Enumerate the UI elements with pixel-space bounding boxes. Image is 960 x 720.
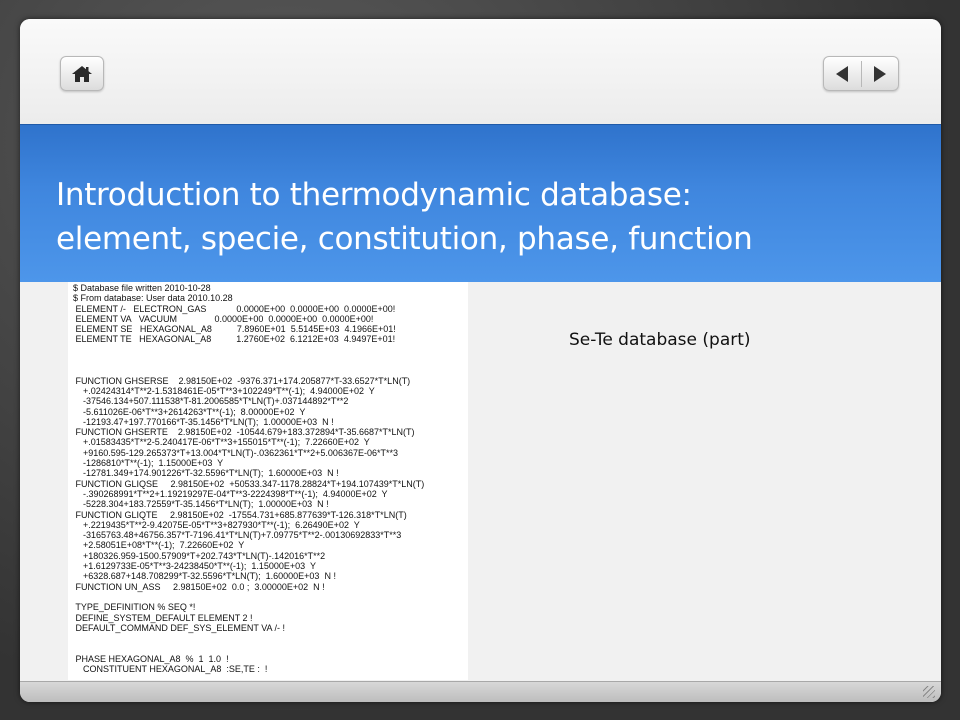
database-line (73, 345, 468, 355)
database-line: +.01583435*T**2-5.240417E-06*T**3+155015… (73, 437, 370, 448)
database-line: FUNCTION GLIQSE 2.98150E+02 +50533.347-1… (73, 478, 425, 489)
database-line: -12781.349+174.901226*T-32.5596*T*LN(T);… (73, 468, 339, 479)
database-line: +2.58051E+08*T**(-1); 7.22660E+02 Y (73, 540, 245, 551)
database-line (73, 592, 468, 602)
database-line: TYPE_DEFINITION % SEQ *! (73, 602, 196, 613)
slide-title: Introduction to thermodynamic database: … (56, 173, 905, 261)
prev-next-control (823, 56, 899, 91)
database-line (73, 365, 468, 375)
image-caption: Se-Te database (part) (569, 330, 751, 350)
title-band: Introduction to thermodynamic database: … (20, 124, 941, 282)
database-listing: $ Database file written 2010-10-28 $ From… (68, 282, 468, 680)
database-line: -12193.47+197.770166*T-35.1456*T*LN(T); … (73, 416, 334, 427)
resize-grip-icon[interactable] (923, 686, 935, 698)
database-line: -37546.134+507.111538*T-81.2006585*T*LN(… (73, 396, 349, 407)
home-button[interactable] (60, 56, 104, 91)
database-line: FUNCTION GLIQTE 2.98150E+02 -17554.731+6… (73, 509, 407, 520)
database-line: FUNCTION GHSERTE 2.98150E+02 -10544.679+… (73, 427, 415, 438)
database-line (73, 633, 468, 643)
database-line: +180326.959-1500.57909*T+202.743*T*LN(T)… (73, 550, 326, 561)
database-line: DEFINE_SYSTEM_DEFAULT ELEMENT 2 ! (73, 612, 253, 623)
triangle-left-icon (836, 65, 849, 82)
database-line: PHASE HEXAGONAL_A8 % 1 1.0 ! (73, 653, 229, 664)
database-line: -5.611026E-06*T**3+2614263*T**(-1); 8.00… (73, 406, 306, 417)
database-line: -3165763.48+46756.357*T-7196.41*T*LN(T)+… (73, 530, 402, 541)
database-line: ELEMENT TE HEXAGONAL_A8 1.2760E+02 6.121… (73, 334, 396, 345)
database-line: DEFAULT_COMMAND DEF_SYS_ELEMENT VA /- ! (73, 622, 286, 633)
database-line: $ From database: User data 2010.10.28 (73, 293, 233, 304)
database-line: -5228.304+183.72559*T-35.1456*T*LN(T); 1… (73, 499, 329, 510)
database-line: +.02424314*T**2-1.5318461E-05*T**3+10224… (73, 385, 375, 396)
home-icon (72, 65, 92, 82)
database-line: -1286810*T**(-1); 1.15000E+03 Y (73, 458, 224, 469)
database-line: FUNCTION GHSERSE 2.98150E+02 -9376.371+1… (73, 375, 411, 386)
database-line: ELEMENT SE HEXAGONAL_A8 7.8960E+01 5.514… (73, 324, 396, 335)
previous-button[interactable] (824, 57, 861, 90)
database-line: CONSTITUENT HEXAGONAL_A8 :SE,TE : ! (73, 663, 268, 674)
database-line: +9160.595-129.265373*T+13.004*T*LN(T)-.0… (73, 447, 398, 458)
database-line: ELEMENT /- ELECTRON_GAS 0.0000E+00 0.000… (73, 303, 396, 314)
slide: Introduction to thermodynamic database: … (20, 19, 941, 702)
database-line: FUNCTION UN_ASS 2.98150E+02 0.0 ; 3.0000… (73, 581, 325, 592)
database-line: -.390268991*T**2+1.19219297E-04*T**3-222… (73, 488, 388, 499)
database-line: +.2219435*T**2-9.42075E-05*T**3+827930*T… (73, 519, 360, 530)
database-line: +6328.687+148.708299*T-32.5596*T*LN(T); … (73, 571, 336, 582)
database-line: $ Database file written 2010-10-28 (73, 283, 211, 293)
database-line: ELEMENT VA VACUUM 0.0000E+00 0.0000E+00 … (73, 313, 374, 324)
slide-title-line-2: element, specie, constitution, phase, fu… (56, 221, 753, 257)
slide-title-line-1: Introduction to thermodynamic database: (56, 177, 692, 213)
next-button[interactable] (861, 57, 898, 90)
top-toolbar (20, 19, 941, 124)
bottom-bar (20, 681, 941, 702)
triangle-right-icon (873, 65, 886, 82)
database-line (73, 643, 468, 653)
database-line (73, 355, 468, 365)
database-line: +1.6129733E-05*T**3-24238450*T**(-1); 1.… (73, 561, 317, 572)
